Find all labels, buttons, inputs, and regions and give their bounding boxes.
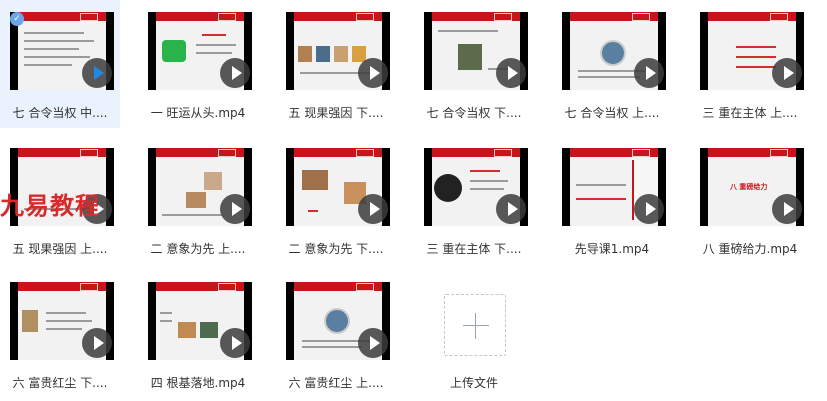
slide-title: 八 重磅给力 <box>730 183 768 191</box>
video-thumbnail <box>286 12 390 90</box>
play-icon[interactable] <box>220 328 250 358</box>
file-tile[interactable]: 四 根基落地.mp4 <box>138 270 258 398</box>
file-name: 六 富贵红尘 下.... <box>12 376 108 390</box>
video-thumbnail <box>286 148 390 226</box>
add-icon[interactable] <box>444 294 506 356</box>
watermark-text: 九易教程 <box>0 192 100 220</box>
play-icon[interactable] <box>220 194 250 224</box>
video-thumbnail <box>148 282 252 360</box>
play-icon[interactable] <box>772 194 802 224</box>
video-thumbnail <box>10 282 114 360</box>
file-tile[interactable]: 六 富贵红尘 下.... <box>0 270 120 398</box>
file-tile[interactable]: 八 重磅给力 八 重磅给力.mp4 <box>690 136 810 264</box>
video-thumbnail <box>562 12 666 90</box>
file-name: 四 根基落地.mp4 <box>150 376 246 390</box>
file-tile[interactable]: 五 现果强因 下.... <box>276 0 396 128</box>
file-name: 七 合令当权 下.... <box>426 106 522 120</box>
file-name: 八 重磅给力.mp4 <box>702 242 798 256</box>
upload-tile[interactable]: 上传文件 <box>414 270 534 398</box>
file-name: 五 现果强因 下.... <box>288 106 384 120</box>
file-tile[interactable]: 先导课1.mp4 <box>552 136 672 264</box>
file-tile[interactable]: 七 合令当权 下.... <box>414 0 534 128</box>
file-name: 五 现果强因 上.... <box>12 242 108 256</box>
file-tile[interactable]: 二 意象为先 上.... <box>138 136 258 264</box>
play-icon[interactable] <box>358 194 388 224</box>
video-thumbnail <box>286 282 390 360</box>
video-thumbnail <box>424 12 528 90</box>
play-icon[interactable] <box>358 58 388 88</box>
play-icon[interactable] <box>496 58 526 88</box>
file-tile[interactable]: 一 旺运从头.mp4 <box>138 0 258 128</box>
play-icon[interactable] <box>82 328 112 358</box>
video-thumbnail <box>10 12 114 90</box>
file-name: 先导课1.mp4 <box>574 242 650 256</box>
file-name: 三 重在主体 上.... <box>702 106 798 120</box>
video-thumbnail <box>424 148 528 226</box>
video-thumbnail: 八 重磅给力 <box>700 148 804 226</box>
file-name: 六 富贵红尘 上.... <box>288 376 384 390</box>
video-thumbnail <box>148 12 252 90</box>
video-thumbnail <box>148 148 252 226</box>
file-tile[interactable]: 六 富贵红尘 上.... <box>276 270 396 398</box>
play-icon[interactable] <box>82 58 112 88</box>
video-thumbnail <box>700 12 804 90</box>
play-icon[interactable] <box>496 194 526 224</box>
play-icon[interactable] <box>220 58 250 88</box>
play-icon[interactable] <box>358 328 388 358</box>
file-name: 二 意象为先 上.... <box>150 242 246 256</box>
file-tile[interactable]: 三 重在主体 下.... <box>414 136 534 264</box>
play-icon[interactable] <box>772 58 802 88</box>
file-name: 七 合令当权 中.... <box>12 106 108 120</box>
file-name: 一 旺运从头.mp4 <box>150 106 246 120</box>
play-icon[interactable] <box>634 194 664 224</box>
file-tile[interactable]: 二 意象为先 下.... <box>276 136 396 264</box>
file-tile[interactable]: 七 合令当权 上.... <box>552 0 672 128</box>
upload-label: 上传文件 <box>449 376 498 390</box>
check-icon[interactable]: ✓ <box>10 12 24 26</box>
wechat-icon <box>162 40 186 62</box>
file-name: 三 重在主体 下.... <box>426 242 522 256</box>
video-thumbnail <box>562 148 666 226</box>
file-name: 二 意象为先 下.... <box>288 242 384 256</box>
play-icon[interactable] <box>634 58 664 88</box>
file-tile[interactable]: 三 重在主体 上.... <box>690 0 810 128</box>
file-name: 七 合令当权 上.... <box>564 106 660 120</box>
file-tile[interactable]: ✓ 七 合令当权 中.... <box>0 0 120 128</box>
